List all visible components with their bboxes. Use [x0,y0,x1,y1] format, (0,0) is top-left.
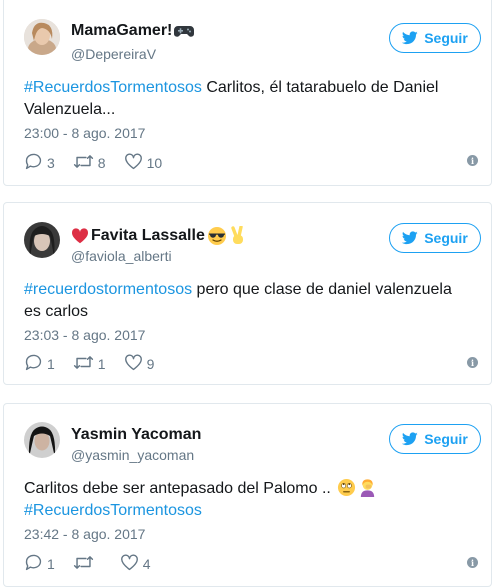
like-action[interactable]: 4 [120,554,151,574]
tweet-text: #RecuerdosTormentosos Carlitos, él tatar… [24,77,471,121]
like-count: 10 [146,155,163,171]
follow-button[interactable]: Seguir [389,23,481,53]
red-heart-emoji [71,228,89,244]
avatar[interactable] [24,19,60,55]
display-name-text[interactable]: Favita Lassalle [91,227,205,245]
twitter-bird-icon [402,432,418,446]
tweet-timestamp[interactable]: 23:00 - 8 ago. 2017 [24,125,145,141]
reply-action[interactable]: 1 [24,554,55,574]
info-icon[interactable]: i [467,557,478,568]
twitter-bird-icon [402,31,418,45]
retweet-count: 8 [97,155,106,171]
tweet-card: Yasmin Yacoman @yasmin_yacoman Seguir Ca… [3,403,492,587]
retweet-icon [73,354,98,374]
hashtag-link[interactable]: #RecuerdosTormentosos [24,79,202,96]
follow-button[interactable]: Seguir [389,424,481,454]
reply-action[interactable]: 1 [24,354,55,374]
reply-icon [24,153,47,173]
retweet-action[interactable]: 1 [73,354,106,374]
tweet-actions: 3 8 10 [24,153,180,173]
like-count: 9 [146,356,155,372]
follow-label[interactable]: Seguir [424,30,468,46]
display-name-text[interactable]: Yasmin Yacoman [71,426,201,444]
user-handle[interactable]: @faviola_alberti [71,248,172,264]
reply-count: 1 [47,356,55,372]
heart-icon [124,153,147,173]
display-name[interactable]: MamaGamer! [71,22,195,40]
user-handle[interactable]: @yasmin_yacoman [71,447,194,463]
tweet-text: #recuerdostormentosos pero que clase de … [24,279,471,323]
like-action[interactable]: 9 [124,354,155,374]
person-facepalming-emoji [358,478,377,497]
tweet-actions: 1 1 9 [24,354,172,374]
tweet-body: Carlitos debe ser antepasado del Palomo … [24,480,336,497]
tweet-timestamp[interactable]: 23:42 - 8 ago. 2017 [24,526,145,542]
reply-count: 1 [47,556,55,572]
info-icon[interactable]: i [467,357,478,368]
retweet-action[interactable]: 8 [73,153,106,173]
eye-roll-emoji [337,478,356,497]
like-count: 4 [142,556,151,572]
retweet-count: 1 [97,356,106,372]
hashtag-link[interactable]: #RecuerdosTormentosos [24,502,202,519]
display-name[interactable]: Yasmin Yacoman [71,426,201,444]
tweet-card: Favita Lassalle @faviola_alberti Seguir … [3,202,492,385]
follow-label[interactable]: Seguir [424,431,468,447]
reply-count: 3 [47,155,55,171]
avatar[interactable] [24,222,60,258]
tweet-card: MamaGamer! @DepereiraV Seguir #Recuerdos… [3,0,492,186]
victory-hand-emoji [229,226,247,246]
follow-label[interactable]: Seguir [424,230,468,246]
heart-icon [120,554,143,574]
display-name-text[interactable]: MamaGamer! [71,22,172,40]
tweet-text: Carlitos debe ser antepasado del Palomo … [24,478,471,522]
reply-icon [24,554,47,574]
retweet-icon [73,153,98,173]
tweet-timestamp[interactable]: 23:03 - 8 ago. 2017 [24,327,145,343]
retweet-icon [73,554,98,574]
hashtag-link[interactable]: #recuerdostormentosos [24,281,192,298]
twitter-bird-icon [402,231,418,245]
user-handle[interactable]: @DepereiraV [71,46,156,62]
sunglasses-emoji [207,226,227,246]
display-name[interactable]: Favita Lassalle [71,226,247,246]
like-action[interactable]: 10 [124,153,163,173]
gamepad-emoji [174,23,195,39]
follow-button[interactable]: Seguir [389,223,481,253]
tweet-actions: 1 4 [24,554,169,574]
reply-icon [24,354,47,374]
retweet-action[interactable] [73,554,98,574]
info-icon[interactable]: i [467,155,478,166]
avatar[interactable] [24,422,60,458]
reply-action[interactable]: 3 [24,153,55,173]
heart-icon [124,354,147,374]
